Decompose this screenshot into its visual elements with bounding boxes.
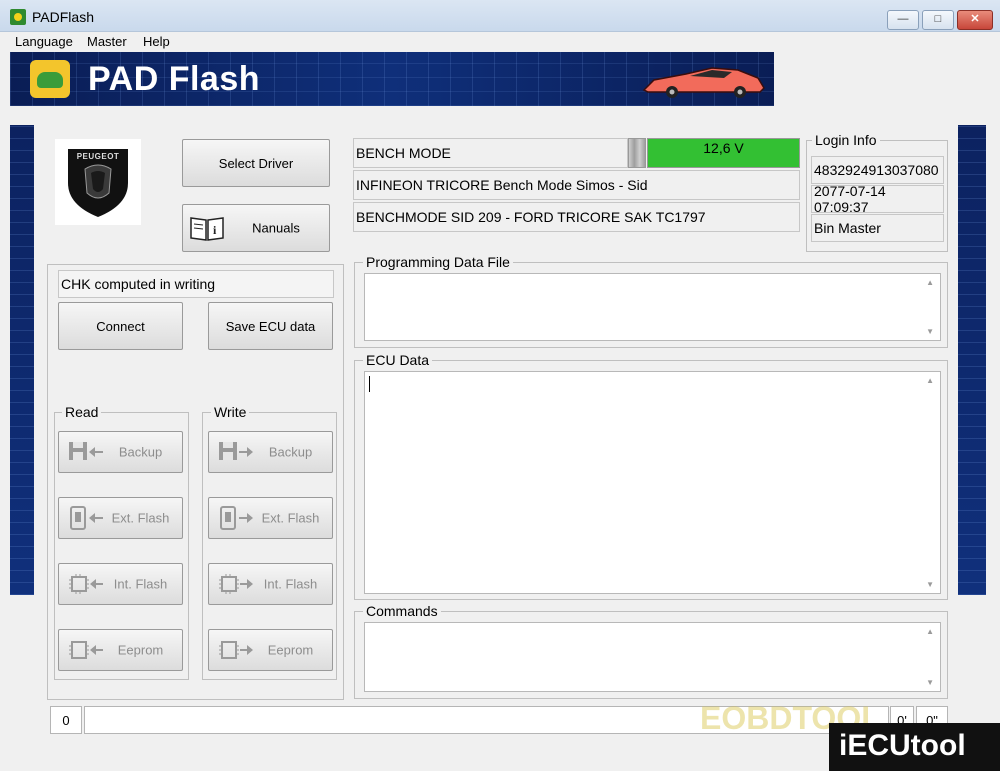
read-int-flash-label: Int. Flash <box>113 576 168 592</box>
read-ext-flash-button[interactable]: Ext. Flash <box>58 497 183 539</box>
read-group-label: Read <box>62 404 102 420</box>
connect-label: Connect <box>96 318 145 334</box>
read-backup-button[interactable]: Backup <box>58 431 183 473</box>
scroll-down-icon[interactable]: ▼ <box>926 580 934 589</box>
eeprom-write-icon <box>219 641 253 659</box>
programming-data-textarea[interactable]: ▲ ▼ <box>364 273 941 341</box>
scroll-down-icon[interactable]: ▼ <box>926 327 934 336</box>
manuals-label: Nanuals <box>252 220 300 236</box>
ecu-data-textarea[interactable]: ▲ ▼ <box>364 371 941 594</box>
write-backup-label: Backup <box>268 444 313 460</box>
read-backup-label: Backup <box>118 444 163 460</box>
write-group-label: Write <box>211 404 250 420</box>
login-date-field: 2077-07-14 07:09:37 <box>811 183 944 215</box>
login-role-text: Bin Master <box>814 220 881 236</box>
scroll-up-icon[interactable]: ▲ <box>926 627 934 636</box>
manuals-button[interactable]: i Nanuals <box>182 204 330 252</box>
voltage-gauge-handle <box>628 138 646 168</box>
int-flash-read-icon <box>69 574 103 594</box>
chk-status-field: CHK computed in writing <box>58 270 334 298</box>
menu-help[interactable]: Help <box>143 34 170 49</box>
login-role-field: Bin Master <box>811 214 944 242</box>
brand-logo-text: PEUGEOT <box>76 152 120 161</box>
write-ext-flash-button[interactable]: Ext. Flash <box>208 497 333 539</box>
write-eeprom-label: Eeprom <box>267 642 314 658</box>
save-ecu-data-label: Save ECU data <box>225 318 316 334</box>
chk-status-text: CHK computed in writing <box>61 276 216 292</box>
voltage-bar: 12,6 V <box>647 138 800 168</box>
voltage-value: 12,6 V <box>703 140 744 156</box>
read-eeprom-label: Eeprom <box>117 642 164 658</box>
write-int-flash-button[interactable]: Int. Flash <box>208 563 333 605</box>
iecutool-text: iECUtool <box>839 729 966 762</box>
bench-mode-text: BENCH MODE <box>356 145 451 161</box>
ecu-data-label: ECU Data <box>363 352 433 368</box>
iecutool-watermark: iECUtool <box>829 723 1000 771</box>
ecu-type-field: INFINEON TRICORE Bench Mode Simos - Sid <box>353 170 800 200</box>
manual-book-icon: i <box>190 217 224 241</box>
ecu-model-text: BENCHMODE SID 209 - FORD TRICORE SAK TC1… <box>356 209 706 225</box>
ecu-type-text: INFINEON TRICORE Bench Mode Simos - Sid <box>356 177 648 193</box>
login-info-label: Login Info <box>812 132 880 148</box>
floppy-read-icon <box>69 442 103 460</box>
status-counter-value: 0 <box>62 712 70 728</box>
select-driver-button[interactable]: Select Driver <box>182 139 330 187</box>
programming-data-label: Programming Data File <box>363 254 513 270</box>
menu-bar: Language Master Help <box>0 32 1000 52</box>
ext-flash-write-icon <box>220 506 253 530</box>
login-id-field: 4832924913037080 <box>811 156 944 184</box>
floppy-write-icon <box>219 442 253 460</box>
text-caret <box>369 376 370 392</box>
right-decor-strip <box>958 125 986 595</box>
write-int-flash-label: Int. Flash <box>263 576 318 592</box>
banner-title: PAD Flash <box>88 60 261 98</box>
read-ext-flash-label: Ext. Flash <box>111 510 170 526</box>
ecu-model-field: BENCHMODE SID 209 - FORD TRICORE SAK TC1… <box>353 202 800 232</box>
scroll-up-icon[interactable]: ▲ <box>926 278 934 287</box>
menu-language[interactable]: Language <box>15 34 73 49</box>
write-backup-button[interactable]: Backup <box>208 431 333 473</box>
eeprom-read-icon <box>69 641 103 659</box>
connect-button[interactable]: Connect <box>58 302 183 350</box>
ext-flash-read-icon <box>70 506 103 530</box>
write-eeprom-button[interactable]: Eeprom <box>208 629 333 671</box>
int-flash-write-icon <box>219 574 253 594</box>
window-title: PADFlash <box>32 9 94 25</box>
read-int-flash-button[interactable]: Int. Flash <box>58 563 183 605</box>
status-counter: 0 <box>50 706 82 734</box>
write-ext-flash-label: Ext. Flash <box>261 510 320 526</box>
left-decor-strip <box>10 125 34 595</box>
read-eeprom-button[interactable]: Eeprom <box>58 629 183 671</box>
close-button[interactable]: ✕ <box>957 10 993 30</box>
commands-textarea[interactable]: ▲ ▼ <box>364 622 941 692</box>
frog-logo-icon <box>30 60 70 98</box>
scroll-down-icon[interactable]: ▼ <box>926 678 934 687</box>
maximize-button[interactable]: □ <box>922 10 954 30</box>
app-icon <box>10 9 26 25</box>
bench-mode-field: BENCH MODE <box>353 138 628 168</box>
vehicle-brand-logo: PEUGEOT <box>55 139 141 225</box>
commands-label: Commands <box>363 603 441 619</box>
login-date-text: 2077-07-14 07:09:37 <box>814 183 886 215</box>
banner: PAD Flash <box>10 52 774 106</box>
sports-car-icon <box>642 67 765 98</box>
minimize-button[interactable]: — <box>887 10 919 30</box>
save-ecu-data-button[interactable]: Save ECU data <box>208 302 333 350</box>
title-bar: PADFlash — □ ✕ <box>0 0 1000 32</box>
login-id-text: 4832924913037080 <box>814 162 939 178</box>
menu-master[interactable]: Master <box>87 34 127 49</box>
select-driver-label: Select Driver <box>218 155 294 171</box>
scroll-up-icon[interactable]: ▲ <box>926 376 934 385</box>
